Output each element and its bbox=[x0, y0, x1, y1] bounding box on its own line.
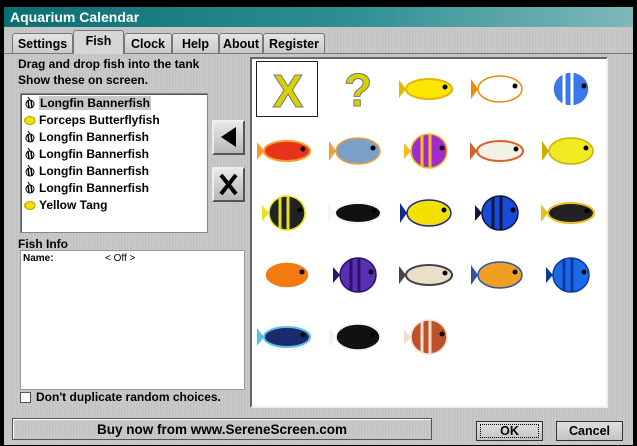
fish-list-item[interactable]: Longfin Bannerfish bbox=[24, 146, 149, 162]
fish-palette-grid: X? bbox=[250, 57, 608, 408]
fish-info-heading: Fish Info bbox=[18, 237, 68, 251]
cancel-button[interactable]: Cancel bbox=[556, 421, 623, 441]
remove-fish-button[interactable] bbox=[212, 167, 245, 202]
palette-fish-cell[interactable] bbox=[398, 123, 460, 179]
angelfish-icon bbox=[329, 137, 381, 165]
palette-random-cell[interactable]: ? bbox=[327, 61, 389, 117]
tab-about[interactable]: About bbox=[219, 33, 263, 53]
x-icon bbox=[219, 173, 238, 196]
palette-fish-cell[interactable] bbox=[327, 309, 389, 365]
regal-angelfish-icon bbox=[471, 261, 523, 289]
fish-list-item-label: Yellow Tang bbox=[39, 198, 108, 212]
fish-list-item-label: Longfin Bannerfish bbox=[39, 130, 149, 144]
red-fish-icon bbox=[257, 140, 311, 162]
tang-icon bbox=[24, 201, 36, 210]
fish-list-item[interactable]: Yellow Tang bbox=[24, 197, 107, 213]
fish-list-item[interactable]: Forceps Butterflyfish bbox=[24, 112, 160, 128]
lionfish-icon bbox=[404, 319, 448, 355]
add-fish-button[interactable] bbox=[212, 120, 245, 155]
ok-button-label: OK bbox=[500, 424, 519, 438]
fish-list-item[interactable]: Longfin Bannerfish bbox=[24, 95, 151, 111]
palette-fish-cell[interactable] bbox=[398, 61, 460, 117]
palette-fish-cell[interactable] bbox=[469, 61, 531, 117]
palette-fish-cell[interactable] bbox=[398, 247, 460, 303]
palette-fish-cell[interactable] bbox=[327, 123, 389, 179]
palette-fish-cell[interactable] bbox=[327, 185, 389, 241]
koran-angelfish-icon bbox=[257, 326, 311, 348]
fish-list-item-label: Longfin Bannerfish bbox=[39, 164, 149, 178]
fish-list-item-label: Longfin Bannerfish bbox=[39, 181, 149, 195]
palette-fish-cell[interactable] bbox=[256, 123, 318, 179]
left-arrow-icon bbox=[221, 127, 236, 147]
picasso-triggerfish-icon bbox=[399, 264, 453, 286]
regal-tang-icon bbox=[475, 195, 519, 231]
tab-fish[interactable]: Fish bbox=[73, 30, 124, 54]
palette-fish-cell[interactable] bbox=[469, 123, 531, 179]
question-mark-icon: ? bbox=[343, 64, 372, 117]
palette-fish-cell[interactable] bbox=[540, 247, 602, 303]
aquarium-calendar-window: Aquarium Calendar Settings Fish Clock He… bbox=[0, 0, 637, 446]
bannerfish-icon bbox=[25, 148, 35, 160]
fish-list-item-label: Longfin Bannerfish bbox=[39, 147, 149, 161]
tab-clock[interactable]: Clock bbox=[124, 33, 172, 53]
bannerfish-icon bbox=[25, 182, 35, 194]
black-white-fish-icon bbox=[329, 323, 381, 351]
palette-fish-cell[interactable] bbox=[540, 123, 602, 179]
yellow-butterflyfish-icon bbox=[542, 137, 594, 165]
moorish-idol-icon bbox=[328, 202, 382, 224]
palette-fish-cell[interactable] bbox=[540, 61, 602, 117]
clownfish-icon bbox=[258, 261, 310, 289]
palette-fish-cell[interactable] bbox=[256, 247, 318, 303]
no-duplicate-checkbox[interactable] bbox=[20, 392, 31, 403]
striped-fish-icon bbox=[470, 140, 524, 162]
purple-tang-icon bbox=[333, 257, 377, 293]
fish-list-item[interactable]: Longfin Bannerfish bbox=[24, 129, 149, 145]
dialog-body: Settings Fish Clock Help About Register … bbox=[4, 27, 633, 445]
french-angelfish-icon bbox=[262, 195, 306, 231]
ok-button[interactable]: OK bbox=[476, 421, 543, 441]
palette-none-cell[interactable]: X bbox=[256, 61, 318, 118]
bannerfish-icon bbox=[25, 165, 35, 177]
bannerfish-icon bbox=[25, 131, 35, 143]
tab-register[interactable]: Register bbox=[263, 33, 325, 53]
instruction-line-2: Show these on screen. bbox=[18, 73, 149, 87]
palette-fish-cell[interactable] bbox=[256, 309, 318, 365]
butterflyfish-icon bbox=[471, 75, 523, 103]
purple-fish-icon bbox=[404, 133, 448, 169]
palette-fish-cell[interactable] bbox=[398, 309, 460, 365]
big-x-icon: X bbox=[272, 65, 304, 118]
tab-settings[interactable]: Settings bbox=[12, 33, 73, 53]
triggerfish-icon bbox=[541, 202, 595, 224]
butterflyfish-icon bbox=[24, 116, 36, 125]
palette-fish-cell[interactable] bbox=[327, 247, 389, 303]
fish-info-panel: Name: < Off > bbox=[20, 250, 245, 390]
blue-tang-icon bbox=[546, 71, 590, 107]
palette-fish-cell[interactable] bbox=[256, 185, 318, 241]
palette-fish-cell[interactable] bbox=[469, 185, 531, 241]
fish-info-name-label: Name: bbox=[23, 253, 54, 264]
yellow-wrasse-icon bbox=[400, 199, 452, 227]
palette-fish-cell[interactable] bbox=[469, 247, 531, 303]
blue-damsel-icon bbox=[546, 257, 590, 293]
yellow-fish-icon bbox=[399, 78, 453, 100]
fish-info-name-value: < Off > bbox=[105, 253, 136, 264]
palette-fish-cell[interactable] bbox=[398, 185, 460, 241]
fish-list-item[interactable]: Longfin Bannerfish bbox=[24, 163, 149, 179]
instruction-line-1: Drag and drop fish into the tank bbox=[18, 57, 200, 71]
fish-list-item-label: Longfin Bannerfish bbox=[39, 96, 151, 110]
selected-fish-list[interactable]: Longfin Bannerfish Forceps Butterflyfish L… bbox=[20, 93, 208, 233]
fish-list-item-label: Forceps Butterflyfish bbox=[39, 113, 160, 127]
buy-now-link[interactable]: Buy now from www.SereneScreen.com bbox=[12, 418, 432, 440]
bannerfish-icon bbox=[25, 97, 35, 109]
svg-text:?: ? bbox=[344, 64, 372, 116]
tab-help[interactable]: Help bbox=[172, 33, 219, 53]
svg-text:X: X bbox=[273, 65, 304, 117]
no-duplicate-label: Don't duplicate random choices. bbox=[36, 390, 221, 404]
palette-fish-cell[interactable] bbox=[540, 185, 602, 241]
title-bar: Aquarium Calendar bbox=[4, 7, 633, 27]
fish-list-item[interactable]: Longfin Bannerfish bbox=[24, 180, 149, 196]
